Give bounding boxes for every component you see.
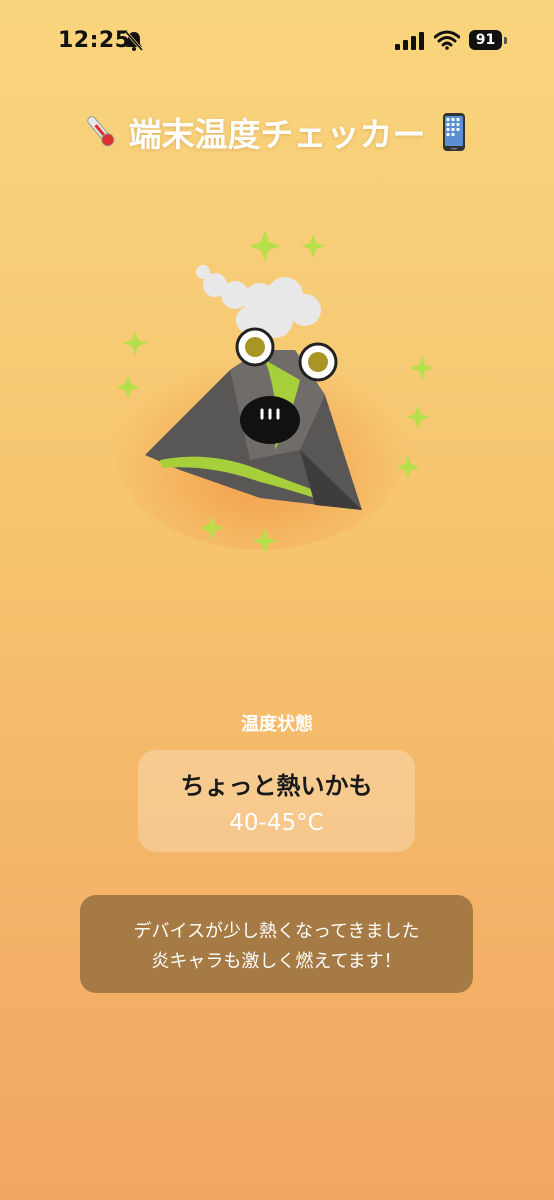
mobile-phone-icon — [442, 113, 465, 151]
temperature-range: 40-45°C — [229, 810, 324, 836]
wifi-icon — [434, 30, 460, 50]
message-line-1: デバイスが少し熱くなってきました — [133, 921, 420, 942]
status-time: 12:25 — [58, 28, 131, 53]
message-box: デバイスが少し熱くなってきました 炎キャラも激しく燃えてます！ — [80, 895, 473, 993]
volcano-mascot — [110, 230, 435, 554]
status-bar: 12:25 91 — [0, 0, 554, 80]
page-header: 端末温度チェッカー — [0, 108, 554, 154]
message-line-2: 炎キャラも激しく燃えてます！ — [151, 951, 402, 972]
battery-level: 91 — [469, 30, 502, 50]
temperature-status: ちょっと熱いかも — [180, 772, 373, 800]
bell-slash-icon — [124, 31, 144, 51]
temperature-status-card: ちょっと熱いかも 40-45°C — [138, 750, 415, 852]
battery-icon: 91 — [469, 30, 509, 50]
temperature-label: 温度状態 — [241, 714, 313, 735]
thermometer-icon — [87, 116, 115, 147]
cellular-signal-icon — [395, 32, 424, 50]
page-title: 端末温度チェッカー — [128, 115, 426, 154]
